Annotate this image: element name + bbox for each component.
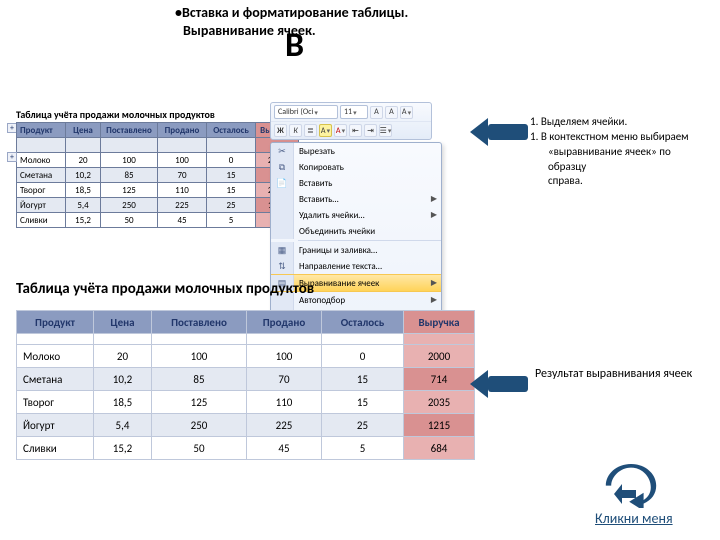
menu-item-icon: 📄: [271, 175, 294, 191]
table-row: Творог18,5125110152035: [17, 391, 475, 414]
title-bullet: •: [175, 4, 182, 21]
table2-header-row: Продукт Цена Поставлено Продано Осталось…: [17, 311, 475, 334]
menu-item-icon: ▦: [271, 242, 294, 258]
menu-item-label: Объединить ячейки: [299, 226, 375, 237]
table-row: [17, 138, 299, 153]
menu-item[interactable]: ✂ Вырезать: [271, 143, 441, 159]
menu-item-label: Вырезать: [299, 146, 335, 157]
menu-item[interactable]: Объединить ячейки: [271, 223, 441, 239]
menu-item-label: Удалить ячейки…: [299, 210, 365, 221]
menu-item[interactable]: ⧉ Копировать: [271, 159, 441, 175]
col-price: Цена: [66, 123, 101, 138]
col-sold: Продано: [247, 311, 322, 334]
menu-item[interactable]: Вставить… ▶: [271, 191, 441, 207]
submenu-arrow-icon: ▶: [431, 295, 437, 305]
col-left: Осталось: [322, 311, 404, 334]
menu-item-icon: ⇅: [271, 258, 294, 274]
menu-item-icon: ⧉: [271, 159, 294, 175]
menu-item-label: Границы и заливка…: [299, 245, 377, 256]
menu-item[interactable]: Удалить ячейки… ▶: [271, 207, 441, 223]
styles-dropdown[interactable]: A: [400, 106, 413, 119]
table-row: Сливки15,250455684: [17, 213, 299, 228]
menu-item-icon: [271, 207, 294, 223]
col-product: Продукт: [17, 311, 94, 334]
table1-caption: Таблица учёта продажи молочных продуктов: [16, 108, 215, 121]
table-row: Йогурт5,4250225251215: [17, 198, 299, 213]
shrink-font-button[interactable]: A: [385, 106, 398, 119]
col-sold: Продано: [158, 123, 207, 138]
step-2a: 1. В контекстном меню выбираем: [530, 130, 710, 145]
col-supplied: Поставлено: [152, 311, 247, 334]
title-line1: Вставка и форматирование таблицы.: [182, 4, 408, 21]
outline-toggle-icon[interactable]: +: [7, 152, 17, 162]
menu-item[interactable]: 📄 Вставить: [271, 175, 441, 191]
menu-item-label: Направление текста…: [299, 261, 382, 272]
table-row: Молоко2010010002000: [17, 153, 299, 168]
click-me-link[interactable]: Кликни меня: [595, 510, 673, 527]
fontcolor-dropdown[interactable]: А: [334, 124, 347, 137]
table-row: Йогурт5,4250225251215: [17, 414, 475, 437]
menu-item[interactable]: ▦ Границы и заливка…: [271, 242, 441, 258]
table2: Продукт Цена Поставлено Продано Осталось…: [16, 310, 475, 460]
font-dropdown[interactable]: Calibri (Осі: [274, 105, 338, 119]
step-2b: «выравнивание ячеек» по образцу: [548, 145, 710, 175]
submenu-arrow-icon: ▶: [431, 194, 437, 204]
italic-button[interactable]: К: [289, 124, 302, 137]
arrow-left-icon: [470, 370, 528, 398]
col-product: Продукт: [17, 123, 66, 138]
instruction-steps: 1. Выделяем ячейки. 1. В контекстном мен…: [530, 115, 710, 189]
menu-item-icon: [271, 223, 294, 239]
menu-item-label: Вставить…: [299, 194, 339, 205]
col-price: Цена: [94, 311, 152, 334]
fontsize-dropdown[interactable]: 11: [340, 105, 368, 119]
bullets-dropdown[interactable]: ☰: [379, 124, 392, 137]
table-row: Сметана10,2857015714: [17, 368, 475, 391]
back-arrow-icon[interactable]: [604, 464, 664, 508]
table-spacer: [17, 334, 475, 345]
menu-item-icon: [271, 191, 294, 207]
menu-item-icon: ✂: [271, 143, 294, 159]
result-label: Результат выравнивания ячеек: [535, 366, 695, 382]
table-row: Молоко2010010002000: [17, 345, 475, 368]
table-row: Сметана10,2857015714: [17, 168, 299, 183]
big-letter: В: [285, 25, 304, 66]
submenu-arrow-icon: ▶: [431, 278, 437, 288]
table-row: Сливки15,250455684: [17, 437, 475, 460]
increase-indent-button[interactable]: ⇥: [364, 124, 377, 137]
mini-toolbar: Calibri (Осі 11 A A A Ж К ≣ А А ⇤ ⇥ ☰: [270, 102, 432, 140]
submenu-arrow-icon: ▶: [431, 210, 437, 220]
menu-item-label: Копировать: [299, 162, 344, 173]
table1: Продукт Цена Поставлено Продано Осталось…: [16, 122, 299, 228]
highlight-dropdown[interactable]: А: [319, 124, 332, 137]
bold-button[interactable]: Ж: [274, 124, 287, 137]
col-revenue: Выручка: [404, 311, 475, 334]
step-1: 1. Выделяем ячейки.: [530, 115, 710, 130]
decrease-indent-button[interactable]: ⇤: [349, 124, 362, 137]
col-supplied: Поставлено: [101, 123, 158, 138]
table1-header-row: Продукт Цена Поставлено Продано Осталось…: [17, 123, 299, 138]
table-row: Творог18,5125110152035: [17, 183, 299, 198]
step-2c: справа.: [548, 174, 710, 189]
table2-caption: Таблица учёта продажи молочных продуктов: [16, 280, 314, 298]
align-button[interactable]: ≣: [304, 124, 317, 137]
menu-item[interactable]: ⇅ Направление текста…: [271, 258, 441, 274]
grow-font-button[interactable]: A: [370, 106, 383, 119]
arrow-left-icon: [470, 118, 528, 146]
menu-item-label: Вставить: [299, 178, 332, 189]
col-left: Осталось: [207, 123, 256, 138]
